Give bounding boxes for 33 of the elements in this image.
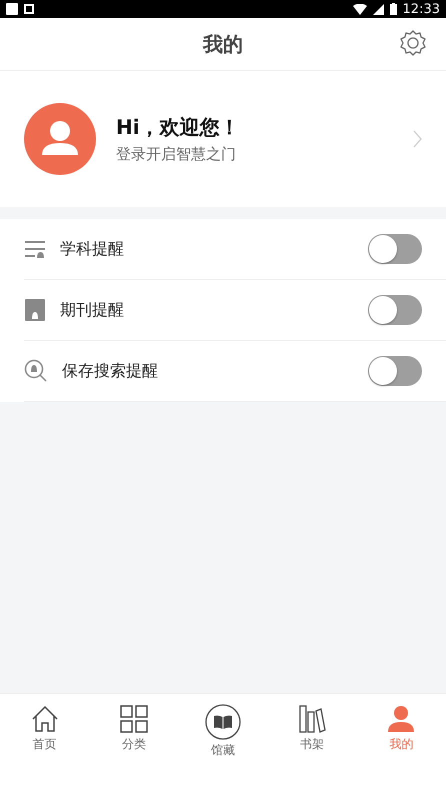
battery-icon — [390, 3, 397, 15]
tab[interactable]: 首页 — [0, 704, 90, 753]
tab[interactable]: 我的 — [356, 704, 446, 753]
toggle-switch[interactable] — [368, 234, 422, 264]
tab[interactable]: 书架 — [268, 704, 357, 753]
reminder-label: 学科提醒 — [60, 238, 125, 260]
list-bell-icon — [24, 238, 46, 260]
book-icon — [205, 704, 241, 740]
avatar-icon — [24, 103, 96, 175]
notification-icon — [6, 3, 18, 15]
bookshelf-icon — [297, 704, 328, 734]
chevron-right-icon — [413, 130, 422, 148]
greeting-text: Hi，欢迎您！ — [116, 114, 241, 141]
signal-icon — [372, 4, 384, 14]
grid-icon — [118, 704, 149, 734]
person-icon — [386, 704, 416, 734]
status-time: 12:33 — [402, 2, 440, 16]
tab[interactable]: 馆藏 — [178, 704, 268, 759]
wifi-icon — [352, 4, 367, 14]
home-icon — [30, 704, 60, 734]
journal-bell-icon — [24, 298, 46, 322]
toggle-switch[interactable] — [368, 356, 422, 386]
page-title: 我的 — [203, 30, 243, 58]
reminder-label: 期刊提醒 — [60, 300, 125, 320]
login-prompt: 登录开启智慧之门 — [116, 145, 237, 164]
settings-button[interactable] — [398, 28, 428, 58]
toggle-switch[interactable] — [368, 295, 422, 325]
search-bell-icon — [24, 359, 48, 383]
notification-icon — [24, 4, 34, 14]
tab[interactable]: 分类 — [89, 704, 178, 753]
settings-icon — [400, 30, 426, 56]
profile-card[interactable]: Hi，欢迎您！ 登录开启智慧之门 — [0, 71, 446, 207]
reminder-label: 保存搜索提醒 — [62, 360, 159, 382]
